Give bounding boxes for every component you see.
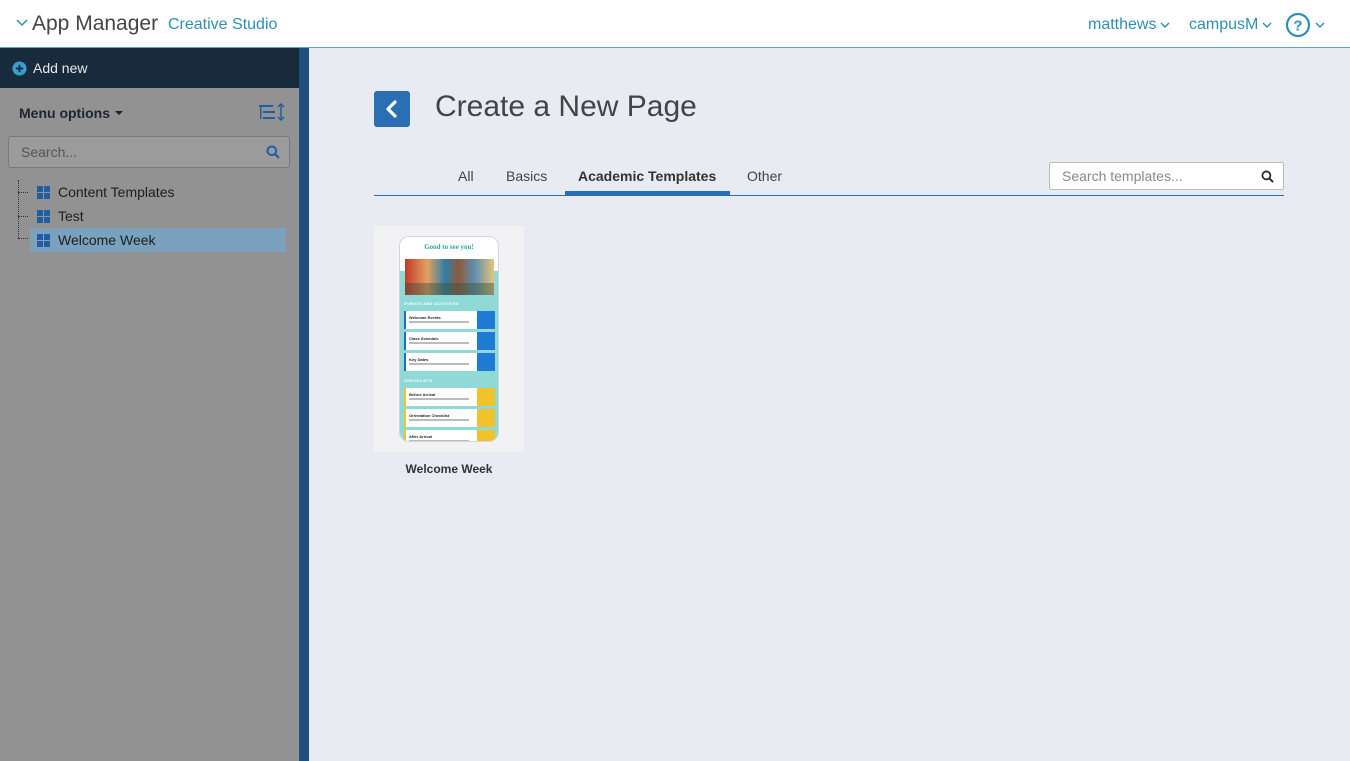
tree-item-label: Test [58,208,84,224]
preview-row: Class Schedule [404,332,495,350]
sidebar-resize-handle[interactable] [299,48,309,761]
add-new-label: Add new [33,60,88,76]
search-icon[interactable] [1261,170,1274,183]
template-card-label: Welcome Week [405,462,493,476]
preview-row: Welcome Events [404,311,495,329]
tree-connector [18,216,28,217]
caret-down-icon [115,111,123,115]
page-grid-icon [37,185,50,199]
chevron-down-icon [1160,22,1170,28]
question-circle-icon: ? [1285,12,1311,38]
tree-connector [18,192,28,193]
chevron-down-icon[interactable] [14,14,30,30]
template-search-input[interactable] [1050,163,1255,189]
plus-circle-icon [12,60,27,76]
tree-item-label: Welcome Week [58,232,156,248]
preview-row-title: Orientation Checklist [409,413,450,418]
chevron-left-icon [386,100,397,118]
app-title[interactable]: App Manager [32,12,158,36]
top-header: App Manager Creative Studio matthews cam… [0,0,1350,48]
user-menu[interactable]: matthews [1088,16,1171,34]
sidebar-search-input[interactable] [9,137,259,167]
template-search [1049,162,1284,190]
tree-item-welcome-week[interactable]: Welcome Week [30,228,286,252]
chevron-down-icon [1262,22,1272,28]
search-icon[interactable] [266,145,280,159]
tree-item-content-templates[interactable]: Content Templates [30,180,286,204]
user-menu-label: matthews [1088,16,1157,33]
sort-tree-icon[interactable] [258,103,286,121]
chevron-down-icon [1315,22,1325,28]
tree-connector [18,238,28,239]
add-new-button[interactable]: Add new [0,48,299,88]
help-menu[interactable]: ? [1285,12,1326,38]
tab-all[interactable]: All [458,168,474,193]
tab-other[interactable]: Other [747,168,782,193]
page-grid-icon [37,209,50,223]
tab-basics[interactable]: Basics [506,168,547,193]
tree-item-label: Content Templates [58,184,175,200]
preview-row-title: Class Schedule [409,336,439,341]
preview-section-title: EVENTS AND ACTIVITIES [404,301,459,306]
tree-item-test[interactable]: Test [30,204,286,228]
preview-row: After Arrival [404,430,495,441]
preview-section-title: CHECKLISTS [404,378,433,383]
preview-row: Key Dates [404,353,495,371]
page-grid-icon [37,233,50,247]
active-tab-indicator [565,191,730,195]
app-subtitle[interactable]: Creative Studio [168,16,277,34]
menu-options-dropdown[interactable]: Menu options [19,105,123,121]
menu-options-label: Menu options [19,105,110,121]
tabs-divider [374,195,1284,196]
preview-row-title: Before Arrival [409,392,436,397]
svg-text:?: ? [1293,18,1302,35]
preview-heading: Good to see you! [400,237,498,259]
template-preview: Good to see you! EVENTS AND ACTIVITIES W… [399,236,499,442]
preview-row-title: Welcome Events [409,315,441,320]
tab-academic-templates[interactable]: Academic Templates [578,168,716,193]
page-title: Create a New Page [435,90,697,123]
tree-connector [18,180,19,238]
sidebar-search [8,136,290,168]
preview-row-title: Key Dates [409,357,429,362]
preview-row: Before Arrival [404,388,495,406]
back-button[interactable] [374,91,410,127]
template-card-welcome-week[interactable]: Good to see you! EVENTS AND ACTIVITIES W… [374,226,524,452]
sidebar: Add new Menu options Content Templates [0,48,299,761]
preview-photo [405,259,494,295]
campus-menu[interactable]: campusM [1189,16,1273,34]
preview-row-title: After Arrival [409,434,432,439]
preview-row: Orientation Checklist [404,409,495,427]
campus-menu-label: campusM [1189,16,1259,33]
